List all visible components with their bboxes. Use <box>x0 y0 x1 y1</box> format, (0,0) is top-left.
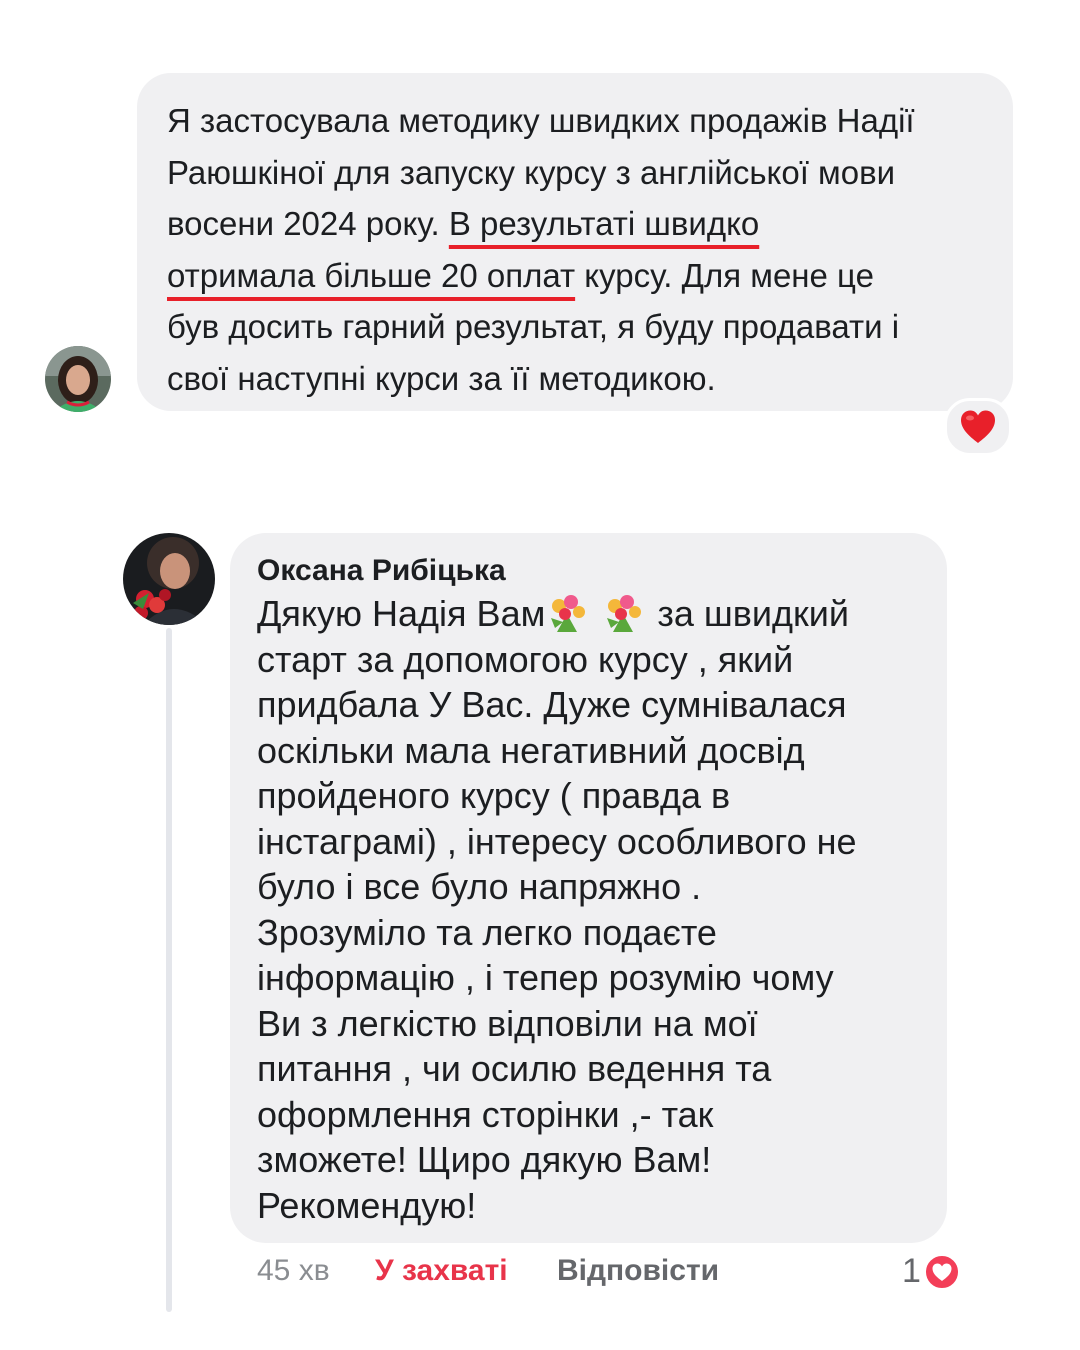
comment-fragment: за швидкий <box>647 593 849 634</box>
message-line: свої наступні курси за її методикою. <box>167 359 716 397</box>
comment-line: інформацію , і тепер розумію чому <box>257 957 834 998</box>
heart-icon <box>961 410 995 443</box>
comment-text: Дякую Надія Вам за швидкий старт за допо… <box>257 591 927 1228</box>
heart-icon <box>923 1253 960 1290</box>
comment-line: оскільки мала негативний досвід <box>257 729 805 771</box>
message-line: Раюшкіної для запуску курсу з англійсько… <box>167 153 896 191</box>
comment-line: зможете! Щиро дякую Вам! <box>257 1139 712 1180</box>
message-fragment: восени 2024 року. <box>167 205 449 242</box>
message-line: отримала більше 20 оплат курсу. Для мене… <box>167 250 989 302</box>
reaction-summary[interactable]: 1 <box>902 1252 961 1291</box>
message-fragment: курсу. Для мене це <box>575 256 874 294</box>
comment-line: питання , чи осилю ведення та <box>257 1048 772 1089</box>
reaction-count: 1 <box>902 1252 921 1290</box>
comment-line: інстаграмі) , інтересу особливого не <box>257 820 857 862</box>
comment-fragment: Дякую Надія Вам <box>257 593 546 634</box>
comment-line: придбала У Вас. Дуже сумнівалася <box>257 684 847 725</box>
message-bubble[interactable]: Я застосувала методику швидких продажів … <box>137 73 1013 411</box>
comment-timestamp[interactable]: 45 хв <box>257 1254 330 1288</box>
comment-line: оформлення сторінки ,- так <box>257 1093 714 1135</box>
thread-line <box>166 628 172 1312</box>
comment-line: Рекомендую! <box>257 1184 477 1226</box>
comment-author[interactable]: Оксана Рибіцька <box>257 553 927 589</box>
comment-actions: 45 хв У захваті Відповісти 1 <box>257 1252 977 1294</box>
reaction-chip[interactable] <box>944 398 1012 456</box>
bouquet-icon <box>607 595 642 632</box>
comment-line: Дякую Надія Вам за швидкий <box>257 591 927 637</box>
highlighted-text: В результаті швидко <box>448 205 760 242</box>
avatar[interactable] <box>45 346 111 412</box>
comment-line: старт за допомогою курсу , який <box>257 638 794 680</box>
avatar[interactable] <box>123 533 215 625</box>
highlighted-text: отримала більше 20 оплат <box>167 256 576 294</box>
comment-bubble[interactable]: Оксана Рибіцька Дякую Надія Вам за швидк… <box>230 533 947 1243</box>
comment-line: Ви з легкістю відповіли на мої <box>257 1002 758 1044</box>
comment-line: Зрозуміло та легко подаєте <box>257 911 717 953</box>
message-line: восени 2024 року. В результаті швидко <box>167 198 989 250</box>
bouquet-icon <box>551 595 586 632</box>
love-reaction-button[interactable]: У захваті <box>375 1254 508 1288</box>
reply-button[interactable]: Відповісти <box>557 1254 719 1288</box>
message-line: був досить гарний результат, я буду прод… <box>167 308 900 345</box>
message-line: Я застосувала методику швидких продажів … <box>167 102 915 139</box>
comment-line: пройденого курсу ( правда в <box>257 775 731 816</box>
message-text: Я застосувала методику швидких продажів … <box>167 95 989 404</box>
comment-line: було і все було напряжно . <box>257 866 702 907</box>
